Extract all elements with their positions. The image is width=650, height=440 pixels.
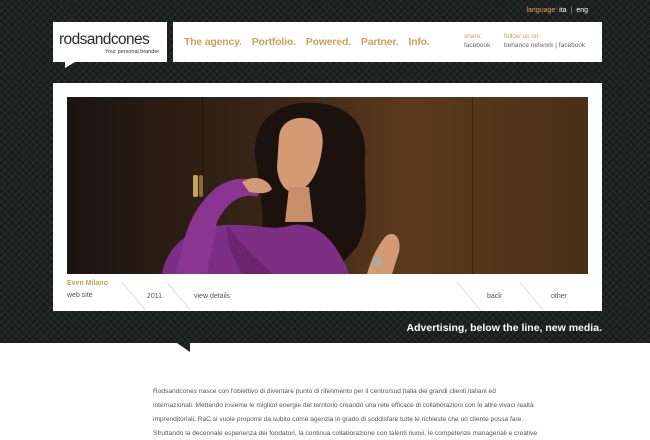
about-line: Sfruttando la decennale esperienza dei f… xyxy=(153,430,538,437)
share-label: share: xyxy=(464,33,483,40)
header-bubble-tail xyxy=(177,343,190,352)
site-tagline: Advertising, below the line, new media. xyxy=(406,322,602,334)
share-facebook-link[interactable]: facebook xyxy=(464,42,490,49)
about-line: internazionali. Mettendo insieme le migl… xyxy=(153,402,534,409)
navigation-bar: The agency. Portfolio. Powered. Partner.… xyxy=(173,22,602,62)
back-link[interactable]: back xyxy=(487,293,502,300)
logo-bubble-tail xyxy=(65,62,75,68)
project-image[interactable] xyxy=(67,97,588,274)
follow-links[interactable]: behance network | facebook xyxy=(504,42,585,49)
other-link[interactable]: other xyxy=(551,293,567,300)
language-option-ita[interactable]: ita xyxy=(559,7,566,14)
language-separator: | xyxy=(570,7,573,14)
divider xyxy=(456,281,481,311)
divider xyxy=(519,281,544,311)
logo-name: rodsandcones xyxy=(59,31,150,48)
language-switcher: language: ita | eng xyxy=(526,7,588,14)
woman-portrait-illustration xyxy=(162,102,400,274)
divider xyxy=(121,281,146,311)
about-line: imprenditoriali, RaC si vuole proporre d… xyxy=(153,416,524,423)
project-year: 2011 xyxy=(147,293,163,300)
nav-item-powered[interactable]: Powered. xyxy=(306,36,351,48)
project-title[interactable]: Even Milano xyxy=(67,280,108,287)
about-text: Rodsandcones nasce con l'obiettivo di di… xyxy=(153,385,553,440)
follow-label: follow us on: xyxy=(504,33,541,40)
divider xyxy=(166,281,191,311)
nav-item-portfolio[interactable]: Portfolio. xyxy=(252,36,296,48)
main-nav: The agency. Portfolio. Powered. Partner.… xyxy=(184,36,430,48)
logo[interactable]: rodsandcones Your personal brander xyxy=(53,22,167,68)
view-details-link[interactable]: view details xyxy=(194,293,230,300)
nav-item-agency[interactable]: The agency. xyxy=(184,36,242,48)
language-label: language: xyxy=(526,7,558,14)
nav-item-info[interactable]: Info. xyxy=(408,36,429,48)
nav-item-partner[interactable]: Partner. xyxy=(361,36,399,48)
language-option-eng[interactable]: eng xyxy=(576,7,588,14)
logo-tagline: Your personal brander xyxy=(105,49,160,55)
portfolio-showcase: Even Milano web site 2011 view details b… xyxy=(53,83,602,311)
project-type: web site xyxy=(67,292,93,299)
about-line: Rodsandcones nasce con l'obiettivo di di… xyxy=(153,388,496,395)
